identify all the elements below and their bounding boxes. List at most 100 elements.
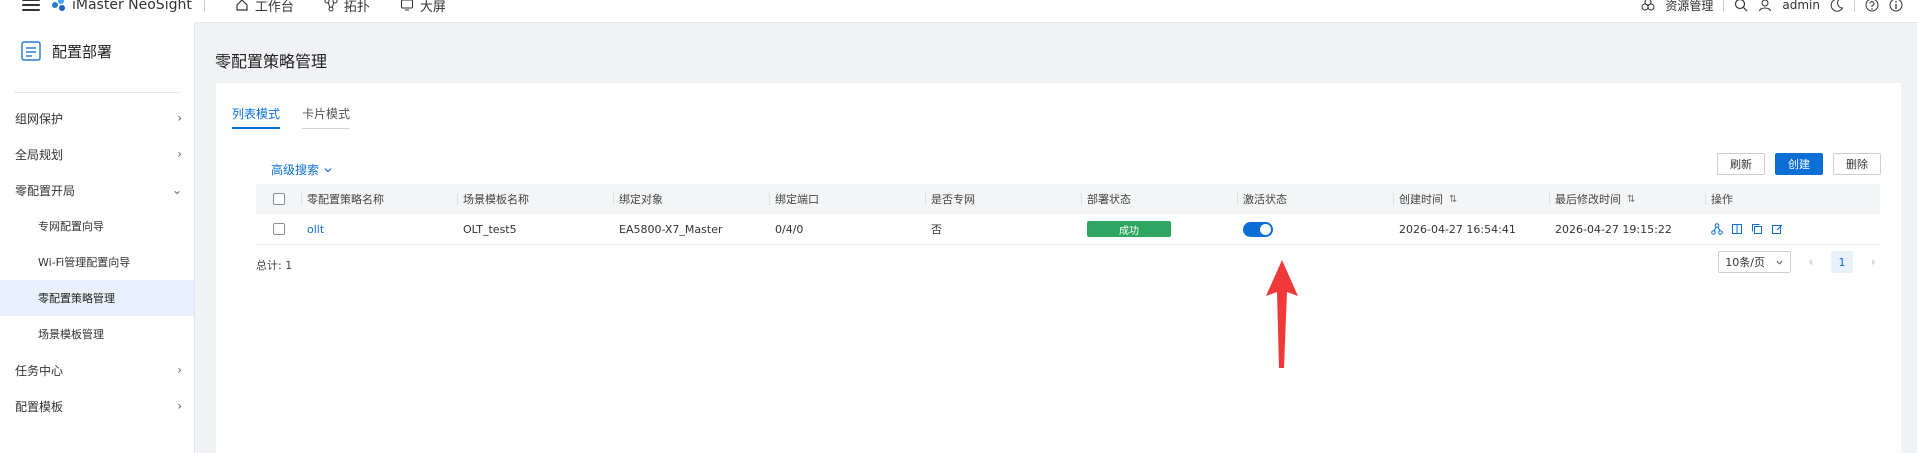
row-checkbox[interactable] <box>272 223 285 235</box>
info-icon[interactable] <box>1889 0 1903 12</box>
user-name[interactable]: admin <box>1782 0 1820 12</box>
copy-icon[interactable] <box>1751 223 1763 235</box>
sort-icon[interactable]: ⇅ <box>1449 194 1457 205</box>
cell-created-time: 2026-04-27 16:54:41 <box>1399 222 1516 236</box>
header-deploy-status: 部署状态 <box>1081 184 1237 214</box>
sidebar-item-label: Wi-Fi管理配置向导 <box>38 256 131 269</box>
nav-workbench[interactable]: 工作台 <box>235 0 294 15</box>
nav-topology-label: 拓扑 <box>343 0 370 15</box>
activation-toggle[interactable] <box>1243 221 1273 237</box>
sidebar-item-label: 场景模板管理 <box>38 328 104 341</box>
sidebar-item-scene-template[interactable]: 场景模板管理 <box>0 316 194 352</box>
config-deploy-icon <box>21 41 41 61</box>
chevron-down-icon <box>324 167 332 172</box>
header-created-time[interactable]: 创建时间 ⇅ <box>1393 184 1549 214</box>
header-modified-time[interactable]: 最后修改时间 ⇅ <box>1549 184 1705 214</box>
home-icon <box>236 0 248 11</box>
create-button[interactable]: 创建 <box>1775 153 1823 175</box>
header-modified-time-label: 最后修改时间 <box>1555 193 1621 206</box>
screen-icon <box>400 0 413 11</box>
sidebar-item-network-protection[interactable]: 组网保护 › <box>0 100 194 136</box>
refresh-button[interactable]: 刷新 <box>1717 153 1765 175</box>
header-right-divider-2 <box>1854 0 1855 12</box>
topology-icon[interactable] <box>1711 223 1723 235</box>
sidebar-item-label: 配置模板 <box>15 399 64 414</box>
table-header: 零配置策略名称 场景模板名称 绑定对象 绑定端口 是否专网 部署状态 激活状态 … <box>256 184 1880 214</box>
sidebar-item-config-template[interactable]: 配置模板 › <box>0 388 194 424</box>
cell-modified-time: 2026-04-27 19:15:22 <box>1555 222 1672 236</box>
header-activation-status: 激活状态 <box>1237 184 1393 214</box>
sidebar-item-label: 专网配置向导 <box>38 220 104 233</box>
main-card: 列表模式 卡片模式 高级搜索 刷新 创建 删除 零配置策略名称 场景模板名称 绑… <box>216 83 1901 453</box>
page-number-current[interactable]: 1 <box>1831 251 1853 273</box>
header-bound-port: 绑定端口 <box>769 184 925 214</box>
sidebar-item-label: 全局规划 <box>15 147 64 162</box>
sidebar-item-zero-config-policy[interactable]: 零配置策略管理 <box>0 280 194 316</box>
sidebar-item-global-planning[interactable]: 全局规划 › <box>0 136 194 172</box>
brand[interactable]: iMaster NeoSight <box>52 0 192 13</box>
help-icon[interactable] <box>1865 0 1879 12</box>
cell-scene-template: OLT_test5 <box>463 222 517 236</box>
chevron-right-icon: › <box>177 399 182 413</box>
edit-icon[interactable] <box>1771 223 1783 235</box>
cell-policy-name: ollt <box>301 214 457 244</box>
delete-button[interactable]: 删除 <box>1833 153 1881 175</box>
header-bound-object: 绑定对象 <box>613 184 769 214</box>
sidebar-item-zero-config[interactable]: 零配置开局 ⌄ <box>0 172 194 208</box>
table-row: ollt OLT_test5 EA5800-X7_Master 0/4/0 否 … <box>256 214 1880 245</box>
sidebar-item-task-center[interactable]: 任务中心 › <box>0 352 194 388</box>
annotation-arrow-icon <box>1266 260 1298 368</box>
page-size-value: 10条/页 <box>1725 256 1765 269</box>
sidebar-item-private-network-wizard[interactable]: 专网配置向导 <box>0 208 194 244</box>
topology-icon <box>324 0 338 12</box>
header-select-cell <box>256 184 301 214</box>
user-icon <box>1759 0 1772 12</box>
tab-list-mode[interactable]: 列表模式 <box>232 105 281 129</box>
pagination: 10条/页 ‹ 1 › <box>1718 251 1883 273</box>
total-count: 总计: 1 <box>256 259 293 272</box>
header-private-network: 是否专网 <box>925 184 1081 214</box>
sidebar-item-label: 零配置策略管理 <box>38 292 115 305</box>
chevron-down-icon: ⌄ <box>171 183 182 197</box>
policy-name-link[interactable]: ollt <box>307 223 324 236</box>
sort-icon[interactable]: ⇅ <box>1627 194 1635 205</box>
sidebar-item-label: 零配置开局 <box>15 183 76 198</box>
top-header: iMaster NeoSight 工作台 拓扑 大屏 资源管理 admin <box>0 0 1917 23</box>
view-tabs: 列表模式 卡片模式 <box>232 105 351 129</box>
next-page-button[interactable]: › <box>1863 251 1883 273</box>
cell-private-network: 否 <box>931 223 942 236</box>
nav-topology[interactable]: 拓扑 <box>324 0 370 15</box>
select-all-checkbox[interactable] <box>272 193 285 205</box>
page-size-select[interactable]: 10条/页 <box>1718 251 1791 273</box>
resource-management-link[interactable]: 资源管理 <box>1665 0 1713 14</box>
cell-bound-port: 0/4/0 <box>775 222 804 236</box>
policy-table: 零配置策略名称 场景模板名称 绑定对象 绑定端口 是否专网 部署状态 激活状态 … <box>256 184 1880 245</box>
advanced-search-toggle[interactable]: 高级搜索 <box>271 161 333 178</box>
header-operations: 操作 <box>1705 184 1880 214</box>
resource-icon <box>1641 0 1655 11</box>
header-divider <box>203 0 205 12</box>
sidebar-divider <box>14 92 180 93</box>
chevron-down-icon <box>1776 260 1783 265</box>
brand-name: iMaster NeoSight <box>72 0 192 13</box>
nav-bigscreen[interactable]: 大屏 <box>400 0 446 15</box>
row-select-cell <box>256 214 301 244</box>
search-icon[interactable] <box>1734 0 1748 12</box>
sidebar-item-label: 任务中心 <box>15 363 64 378</box>
header-right-divider <box>1723 0 1725 12</box>
sidebar-menu: 组网保护 › 全局规划 › 零配置开局 ⌄ 专网配置向导 Wi-Fi管理配置向导 零配… <box>0 100 194 424</box>
split-view-icon[interactable] <box>1731 223 1743 235</box>
theme-moon-icon[interactable] <box>1830 0 1844 12</box>
chevron-right-icon: › <box>177 147 182 161</box>
sidebar-item-label: 组网保护 <box>15 111 64 126</box>
cell-bound-object: EA5800-X7_Master <box>619 222 723 236</box>
sidebar-item-wifi-wizard[interactable]: Wi-Fi管理配置向导 <box>0 244 194 280</box>
prev-page-button[interactable]: ‹ <box>1801 251 1821 273</box>
toolbar: 刷新 创建 删除 <box>1717 153 1881 175</box>
header-created-time-label: 创建时间 <box>1399 193 1443 206</box>
sidebar: 配置部署 组网保护 › 全局规划 › 零配置开局 ⌄ 专网配置向导 Wi-Fi管理配置… <box>0 22 195 453</box>
header-scene-template: 场景模板名称 <box>457 184 613 214</box>
sidebar-title: 配置部署 <box>52 42 113 61</box>
menu-icon[interactable] <box>22 0 40 11</box>
tab-card-mode[interactable]: 卡片模式 <box>302 105 351 129</box>
